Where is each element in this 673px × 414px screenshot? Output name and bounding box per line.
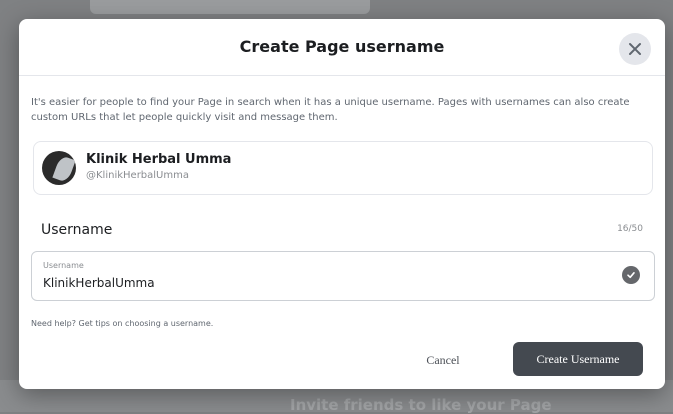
page-card: Klinik Herbal Umma @KlinikHerbalUmma [33, 141, 653, 195]
create-username-button[interactable]: Create Username [513, 342, 643, 376]
dialog-title: Create Page username [239, 37, 445, 56]
create-username-dialog: Create Page username It's easier for peo… [19, 19, 665, 389]
page-handle: @KlinikHerbalUmma [86, 170, 189, 181]
background-page-strip [90, 0, 370, 14]
username-section-label: Username [41, 222, 113, 238]
close-icon [629, 43, 641, 55]
background-invite-text: Invite friends to like your Page [290, 396, 552, 414]
check-circle-icon [622, 266, 640, 284]
username-input-value[interactable]: KlinikHerbalUmma [43, 276, 155, 290]
username-input[interactable]: Username KlinikHerbalUmma [31, 251, 655, 301]
cancel-button[interactable]: Cancel [411, 345, 475, 375]
page-name: Klinik Herbal Umma [86, 152, 232, 167]
help-text: Need help? Get tips on choosing a userna… [31, 319, 214, 328]
page-avatar [42, 151, 76, 185]
intro-text: It's easier for people to find your Page… [31, 97, 630, 123]
username-input-caption: Username [43, 261, 84, 270]
close-button[interactable] [619, 33, 651, 65]
dialog-header: Create Page username [19, 19, 665, 76]
character-counter: 16/50 [617, 224, 643, 234]
